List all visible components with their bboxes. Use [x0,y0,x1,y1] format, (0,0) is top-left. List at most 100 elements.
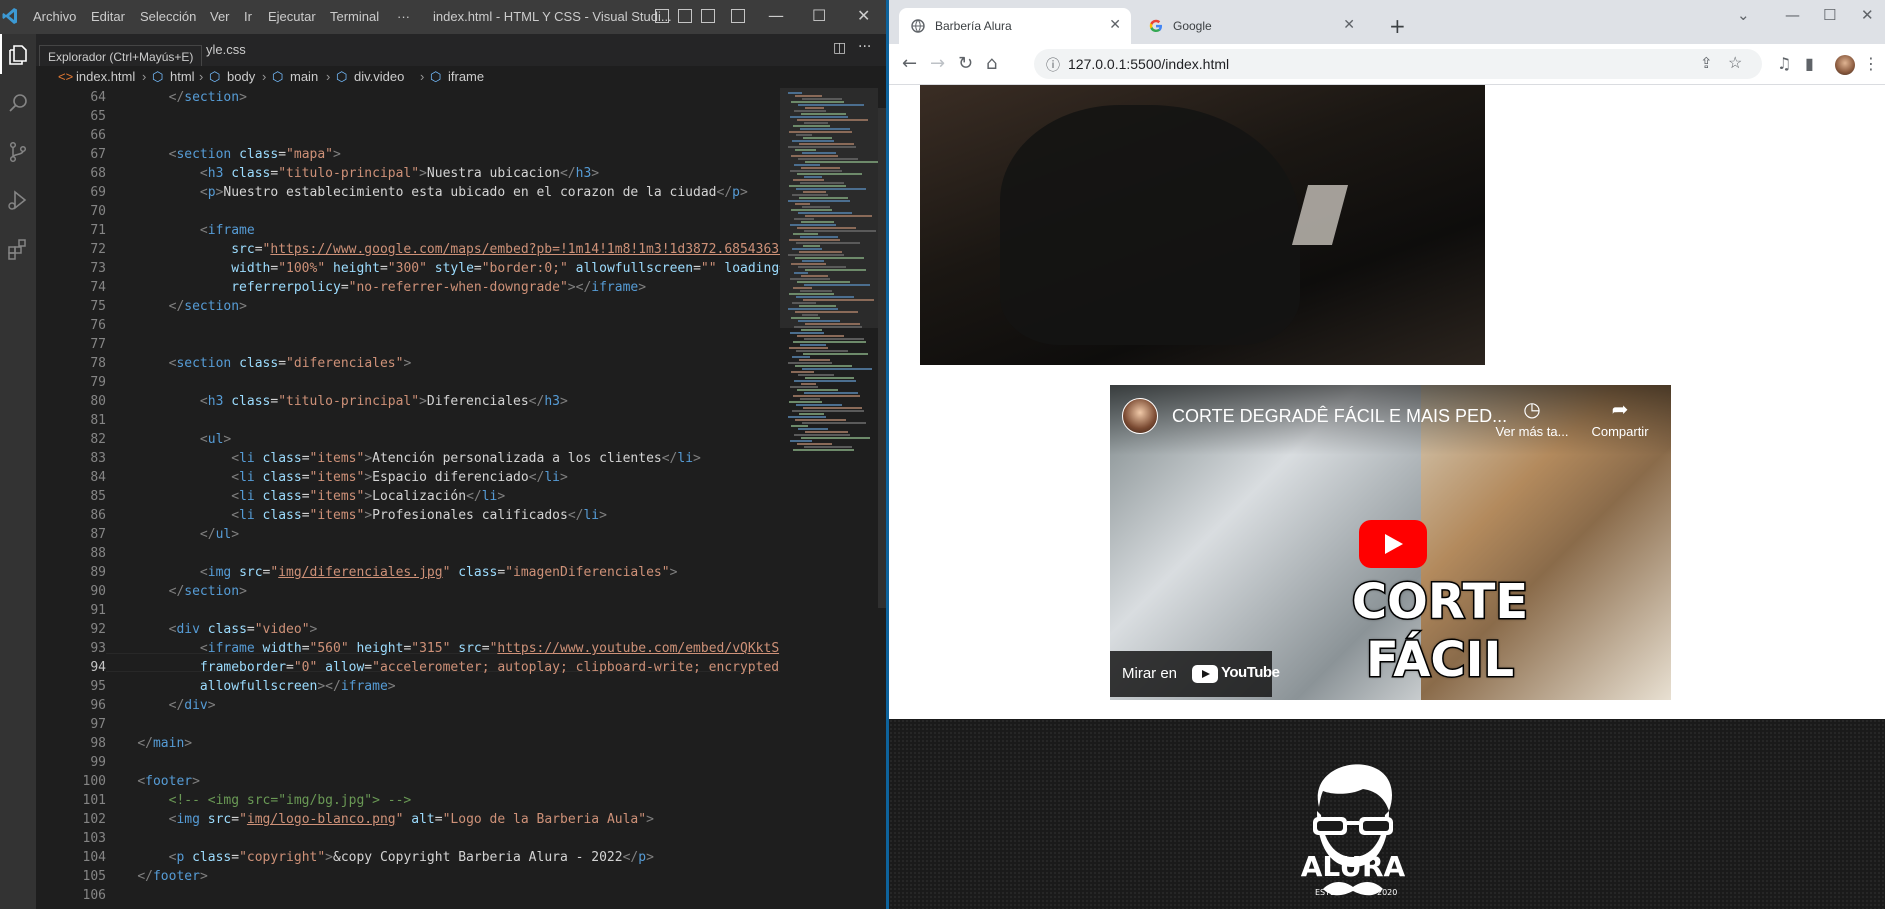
code-line: </section> [168,584,247,599]
close-tab-icon[interactable]: ✕ [1109,16,1121,33]
split-editor-icon[interactable]: ◫ [833,40,846,56]
menu-archivo[interactable]: Archivo [33,9,76,24]
line-number: 92 [90,622,106,637]
minimap-line [805,107,824,109]
extensions-icon[interactable] [6,237,30,261]
share-icon[interactable]: ⇪ [1700,54,1713,72]
line-number: 89 [90,565,106,580]
menu-more[interactable]: ··· [397,9,410,24]
minimap-line [797,227,856,229]
breadcrumb-main[interactable]: main [290,69,318,84]
line-number: 71 [90,223,106,238]
forward-icon[interactable]: → [930,53,945,74]
youtube-embed[interactable]: CORTE DEGRADÊ FÁCIL E MAIS PED... ◷ Ver … [1110,385,1671,700]
maximize-icon[interactable]: ☐ [1823,6,1836,24]
minimap-line [794,218,814,220]
tab-barberia-alura[interactable]: Barbería Alura ✕ [899,8,1131,44]
run-debug-icon[interactable] [6,188,30,212]
minimap-line [803,407,862,409]
minimap-line [797,443,832,445]
line-number: 91 [90,603,106,618]
video-title[interactable]: CORTE DEGRADÊ FÁCIL E MAIS PED... [1172,406,1507,427]
minimap-line [802,152,836,154]
close-window-icon[interactable]: ✕ [857,6,870,25]
close-window-icon[interactable]: ✕ [1861,6,1874,24]
site-info-icon[interactable]: ⓘ [1046,55,1060,75]
minimap-line [804,230,876,232]
minimize-icon[interactable]: — [768,6,784,25]
clock-icon: ◷ [1523,399,1541,421]
code-line: <section class="diferenciales"> [168,356,412,371]
minimap[interactable] [780,88,880,909]
menu-terminal[interactable]: Terminal [330,9,379,24]
minimap-line [798,320,840,322]
source-control-icon[interactable] [6,140,30,164]
minimap-line [799,197,848,199]
breadcrumb-html[interactable]: html [170,69,195,84]
watch-on-youtube-button[interactable]: Mirar en YouTube [1110,651,1280,697]
line-number: 69 [90,185,106,200]
code-line: <li class="items">Espacio diferenciado</… [231,470,568,485]
breadcrumb-div-video[interactable]: div.video [354,69,404,84]
watch-on-label: Mirar en [1122,665,1178,682]
more-actions-icon[interactable]: ··· [858,39,871,55]
minimap-line [796,296,854,298]
tab-google[interactable]: Google ✕ [1137,8,1365,44]
code-line: <p class="copyright">&copy Copyright Bar… [168,850,654,865]
menu-seleccion[interactable]: Selección [140,9,196,24]
share-button[interactable]: ➦ Compartir [1580,397,1660,439]
menu-ir[interactable]: Ir [244,9,252,24]
code-line: <p>Nuestro establecimiento esta ubicado … [199,185,748,200]
toggle-sidebar-icon[interactable] [655,9,669,23]
code-line: </section> [168,90,247,105]
code-editor[interactable]: </section> <section class="mapa"> <h3 cl… [106,88,780,909]
address-bar[interactable]: ⓘ 127.0.0.1:5500/index.html ⇪ ☆ [1034,49,1762,79]
play-button[interactable] [1359,520,1427,568]
minimap-line [800,182,844,184]
profile-avatar[interactable] [1835,55,1855,75]
minimap-line [795,419,846,421]
vscode-logo-icon [2,8,17,24]
menu-kebab-icon[interactable]: ⋮ [1863,54,1879,73]
toggle-panel-icon[interactable] [678,9,692,23]
minimap-line [795,365,852,367]
menu-ver[interactable]: Ver [210,9,230,24]
breadcrumb-separator: › [142,69,147,84]
home-icon[interactable]: ⌂ [986,53,997,74]
minimap-line [799,143,854,145]
menu-ejecutar[interactable]: Ejecutar [268,9,316,24]
tab-search-icon[interactable]: ⌄ [1737,6,1750,24]
line-number: 68 [90,166,106,181]
menu-editar[interactable]: Editar [91,9,125,24]
maximize-icon[interactable]: ☐ [812,6,826,25]
watch-later-button[interactable]: ◷ Ver más ta... [1492,397,1572,439]
back-icon[interactable]: ← [902,53,917,74]
reload-icon[interactable]: ↻ [958,53,973,74]
minimap-line [804,446,852,448]
toggle-secondary-sidebar-icon[interactable] [701,9,715,23]
search-icon[interactable] [6,91,30,115]
code-line: <li class="items">Atención personalizada… [231,451,701,466]
minimap-line [797,281,850,283]
explorer-icon[interactable] [6,43,30,67]
breadcrumb-body[interactable]: body [227,69,255,84]
minimap-line [799,251,842,253]
breadcrumb-index-html[interactable]: index.html [76,69,135,84]
code-line: </section> [168,299,247,314]
vscode-window: Archivo Editar Selección Ver Ir Ejecutar… [0,0,889,909]
side-panel-icon[interactable]: ▮ [1805,54,1814,73]
breadcrumb-iframe[interactable]: iframe [448,69,484,84]
minimize-icon[interactable]: — [1785,6,1800,24]
line-number: 84 [90,470,106,485]
minimap-line [793,341,866,343]
close-tab-icon[interactable]: ✕ [1343,16,1355,33]
tab-style-css[interactable]: yle.css [206,42,246,57]
code-line: </ul> [199,527,240,542]
bookmark-star-icon[interactable]: ☆ [1728,53,1742,73]
minimap-slider[interactable] [780,88,880,328]
new-tab-icon[interactable]: + [1389,14,1406,38]
media-control-icon[interactable]: ♫ [1777,54,1791,73]
customize-layout-icon[interactable] [731,9,745,23]
line-number: 93 [90,641,106,656]
channel-avatar[interactable] [1122,398,1158,434]
